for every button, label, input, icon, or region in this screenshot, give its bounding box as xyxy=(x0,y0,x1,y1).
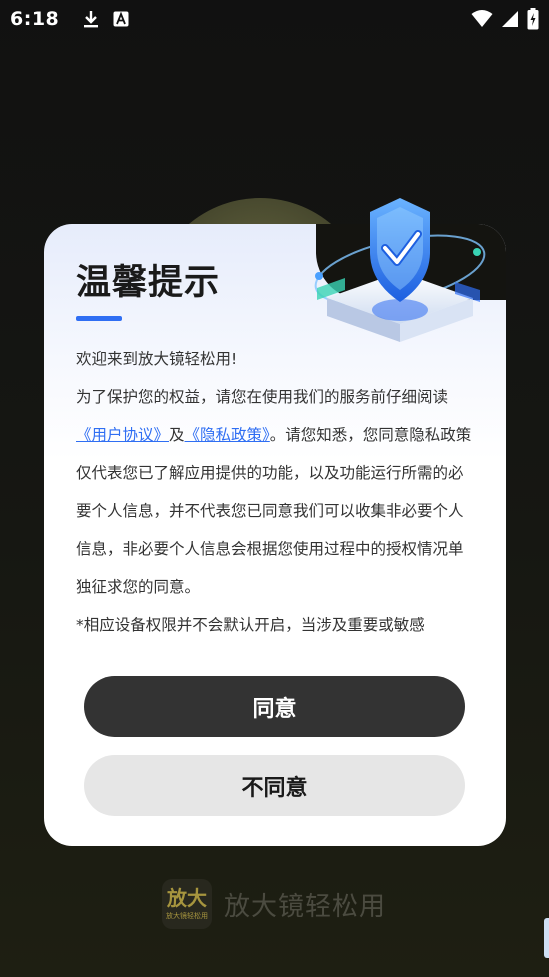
dialog-title: 温馨提示 xyxy=(76,263,221,303)
status-time: 6:18 xyxy=(10,8,60,30)
app-logo: 放大 放大镜轻松用 xyxy=(162,879,212,929)
app-logo-sub-text: 放大镜轻松用 xyxy=(166,912,208,920)
title-underline xyxy=(76,316,122,321)
disagree-button[interactable]: 不同意 xyxy=(84,755,465,816)
app-branding: 放大 放大镜轻松用 放大镜轻松用 xyxy=(162,879,386,929)
edge-handle[interactable] xyxy=(544,918,549,958)
user-agreement-link[interactable]: 《用户协议》 xyxy=(76,426,169,444)
shield-check-icon xyxy=(305,190,495,380)
app-name: 放大镜轻松用 xyxy=(224,891,387,922)
download-icon xyxy=(83,10,99,28)
privacy-paragraph-body: 。请您知悉，您同意隐私政策仅代表您已了解应用提供的功能，以及功能运行所需的必要个… xyxy=(76,426,472,596)
app-logo-main-text: 放大 xyxy=(167,886,207,910)
privacy-paragraph-intro: 为了保护您的权益，请您在使用我们的服务前仔细阅读 xyxy=(76,388,449,406)
dialog-body: 欢迎来到放大镜轻松用! 为了保护您的权益，请您在使用我们的服务前仔细阅读《用户协… xyxy=(76,340,476,644)
agree-button[interactable]: 同意 xyxy=(84,676,465,737)
status-bar: 6:18 xyxy=(0,0,549,38)
and-text: 及 xyxy=(169,426,185,444)
privacy-policy-link[interactable]: 《隐私政策》 xyxy=(185,426,270,444)
text-a-icon xyxy=(113,11,129,27)
battery-icon xyxy=(527,8,539,30)
privacy-paragraph: 为了保护您的权益，请您在使用我们的服务前仔细阅读《用户协议》及《隐私政策》。请您… xyxy=(76,378,476,606)
wifi-icon xyxy=(471,10,493,28)
cell-signal-icon xyxy=(501,10,519,28)
permission-note: *相应设备权限并不会默认开启，当涉及重要或敏感 xyxy=(76,616,425,634)
